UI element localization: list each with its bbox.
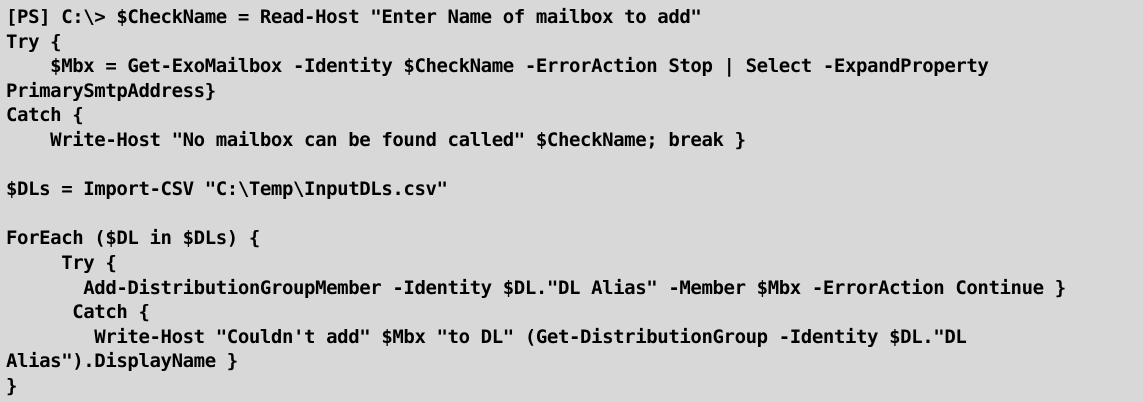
code-line: Alias").DisplayName } [6, 350, 238, 373]
code-line: Write-Host "No mailbox can be found call… [6, 128, 746, 151]
code-line: [PS] C:\> $CheckName = Read-Host "Enter … [6, 6, 702, 28]
code-line: Catch { [6, 104, 84, 127]
code-line: $DLs = Import-CSV "C:\Temp\InputDLs.csv" [6, 178, 448, 201]
code-line: Try { [6, 30, 62, 53]
code-line: } [6, 374, 18, 397]
powershell-code-block: [PS] C:\> $CheckName = Read-Host "Enter … [0, 0, 1143, 402]
code-line: Try { [6, 251, 117, 274]
code-line: Write-Host "Couldn't add" $Mbx "to DL" (… [6, 325, 967, 348]
code-line: Catch { [6, 301, 150, 324]
code-line: $Mbx = Get-ExoMailbox -Identity $CheckNa… [6, 55, 989, 78]
code-line: PrimarySmtpAddress} [6, 79, 216, 102]
code-line: Add-DistributionGroupMember -Identity $D… [6, 276, 1066, 299]
code-line: ForEach ($DL in $DLs) { [6, 227, 260, 250]
